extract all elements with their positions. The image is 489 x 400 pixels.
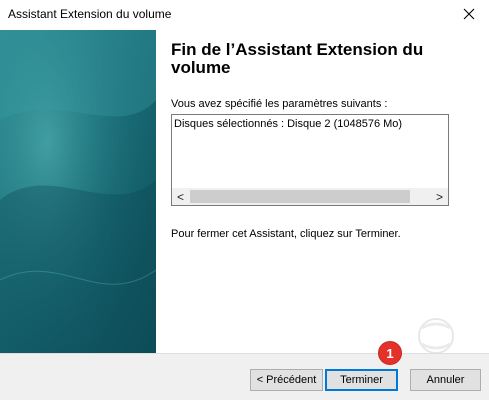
listbox-item: Disques sélectionnés : Disque 2 (1048576… <box>174 118 403 130</box>
wizard-footer: < Précédent Terminer Annuler <box>0 353 489 400</box>
window-title: Assistant Extension du volume <box>8 7 172 21</box>
title-bar: Assistant Extension du volume <box>0 0 489 30</box>
parameters-label: Vous avez spécifié les paramètres suivan… <box>171 98 388 110</box>
close-button[interactable] <box>449 0 489 30</box>
wizard-content: Fin de l’Assistant Extension du volume V… <box>156 30 489 356</box>
watermark-logo <box>406 316 466 356</box>
page-title: Fin de l’Assistant Extension du volume <box>171 40 424 77</box>
wizard-side-banner <box>0 30 156 353</box>
scroll-right-button[interactable]: > <box>431 188 448 205</box>
chevron-right-icon: > <box>435 189 443 204</box>
cancel-button[interactable]: Annuler <box>410 369 481 391</box>
previous-button[interactable]: < Précédent <box>250 369 323 391</box>
closing-instructions: Pour fermer cet Assistant, cliquez sur T… <box>171 228 401 240</box>
close-icon <box>463 8 475 23</box>
step-marker-badge: 1 <box>379 342 401 364</box>
chevron-left-icon: < <box>176 189 184 204</box>
parameters-listbox[interactable]: Disques sélectionnés : Disque 2 (1048576… <box>171 114 449 206</box>
scrollbar-thumb[interactable] <box>190 190 410 203</box>
finish-button[interactable]: Terminer <box>325 369 398 391</box>
scroll-left-button[interactable]: < <box>172 188 189 205</box>
horizontal-scrollbar[interactable]: < > <box>172 188 448 205</box>
